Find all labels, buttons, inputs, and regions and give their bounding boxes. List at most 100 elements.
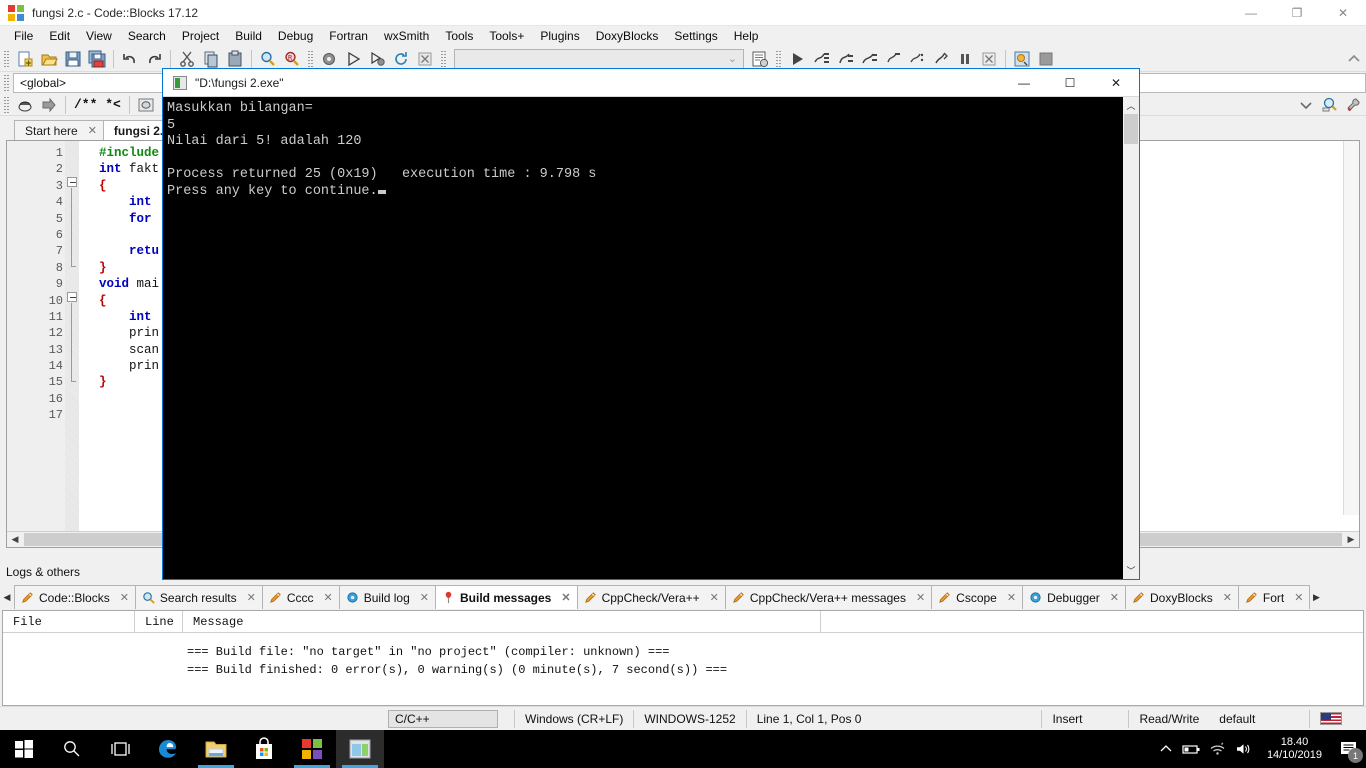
doxyblocks-extract-icon[interactable] — [38, 94, 60, 116]
debug-break-icon[interactable] — [954, 48, 976, 70]
logs-tab-cscope[interactable]: Cscope ✕ — [931, 585, 1024, 609]
debugging-windows-icon[interactable] — [1011, 48, 1033, 70]
logs-tab-fort[interactable]: Fort ✕ — [1237, 585, 1311, 609]
close-icon[interactable]: ✕ — [1294, 591, 1303, 604]
fold-toggle[interactable] — [67, 177, 77, 187]
redo-icon[interactable] — [143, 48, 165, 70]
codeblocks-taskbar-button[interactable] — [336, 730, 384, 768]
build-target-select[interactable]: ⌄ — [454, 48, 744, 69]
run-icon[interactable] — [342, 48, 364, 70]
debug-next-instruction-icon[interactable] — [906, 48, 928, 70]
toolbar-grip[interactable] — [775, 50, 782, 68]
close-icon[interactable]: ✕ — [247, 591, 256, 604]
menu-settings[interactable]: Settings — [666, 27, 725, 45]
logs-tab-debugger[interactable]: Debugger ✕ — [1022, 585, 1127, 609]
logs-tab-build-log[interactable]: Build log ✕ — [338, 585, 436, 609]
close-icon[interactable]: ✕ — [916, 591, 925, 604]
logs-tab-doxyblocks[interactable]: DoxyBlocks ✕ — [1125, 585, 1239, 609]
speaker-icon[interactable] — [1231, 730, 1257, 768]
paste-icon[interactable] — [224, 48, 246, 70]
edge-button[interactable] — [144, 730, 192, 768]
menu-doxyblocks[interactable]: DoxyBlocks — [588, 27, 667, 45]
editor-vertical-scrollbar[interactable] — [1343, 141, 1359, 515]
up-icon[interactable] — [1343, 48, 1365, 70]
undo-icon[interactable] — [119, 48, 141, 70]
scrollbar-track[interactable] — [1123, 144, 1139, 562]
table-row[interactable]: === Build finished: 0 error(s), 0 warnin… — [3, 661, 1363, 679]
menu-search[interactable]: Search — [120, 27, 174, 45]
toolbar-grip[interactable] — [440, 50, 447, 68]
store-button[interactable] — [240, 730, 288, 768]
table-row[interactable]: === Build file: "no target" in "no proje… — [3, 643, 1363, 661]
logs-tab-cppcheck-vera-messages[interactable]: CppCheck/Vera++ messages ✕ — [724, 585, 933, 609]
menu-project[interactable]: Project — [174, 27, 227, 45]
chevron-up-icon[interactable]: ︿ — [1123, 97, 1139, 114]
toolbar-grip[interactable] — [3, 96, 10, 114]
select-target-icon[interactable] — [749, 48, 771, 70]
debug-run-to-cursor-icon[interactable] — [810, 48, 832, 70]
close-button[interactable]: ✕ — [1320, 0, 1366, 26]
logs-tab-cppcheck-vera[interactable]: CppCheck/Vera++ ✕ — [576, 585, 726, 609]
close-icon[interactable]: ✕ — [88, 124, 97, 137]
menu-view[interactable]: View — [78, 27, 120, 45]
close-icon[interactable]: ✕ — [1223, 591, 1232, 604]
save-icon[interactable] — [62, 48, 84, 70]
scrollbar-thumb[interactable] — [1124, 114, 1138, 144]
search-button[interactable] — [48, 730, 96, 768]
column-header-message[interactable]: Message — [183, 610, 821, 633]
rebuild-icon[interactable] — [390, 48, 412, 70]
minimize-button[interactable]: — — [1228, 0, 1274, 26]
close-icon[interactable]: ✕ — [561, 591, 570, 604]
debug-next-line-icon[interactable] — [834, 48, 856, 70]
file-explorer-button[interactable] — [192, 730, 240, 768]
find-icon[interactable] — [257, 48, 279, 70]
console-close-button[interactable]: ✕ — [1093, 69, 1139, 97]
chevron-up-icon[interactable] — [1153, 730, 1179, 768]
console-minimize-button[interactable]: — — [1001, 69, 1047, 97]
menu-plugins[interactable]: Plugins — [532, 27, 587, 45]
chevron-right-icon[interactable]: ▶ — [1343, 532, 1359, 547]
debug-step-into-instruction-icon[interactable] — [930, 48, 952, 70]
doxyblocks-run-icon[interactable] — [14, 94, 36, 116]
column-header-file[interactable]: File — [3, 610, 135, 633]
menu-edit[interactable]: Edit — [41, 27, 78, 45]
open-file-icon[interactable] — [38, 48, 60, 70]
fold-toggle[interactable] — [67, 292, 77, 302]
build-icon[interactable] — [318, 48, 340, 70]
console-maximize-button[interactable]: ☐ — [1047, 69, 1093, 97]
logs-tab-search-results[interactable]: Search results ✕ — [134, 585, 263, 609]
doc-block-label[interactable]: /** *< — [70, 97, 125, 112]
various-info-icon[interactable] — [1035, 48, 1057, 70]
column-header-line[interactable]: Line — [135, 610, 183, 633]
task-view-button[interactable] — [96, 730, 144, 768]
console-vertical-scrollbar[interactable]: ︿ ﹀ — [1123, 97, 1139, 579]
build-and-run-icon[interactable] — [366, 48, 388, 70]
close-icon[interactable]: ✕ — [420, 591, 429, 604]
action-center-button[interactable]: 1 — [1332, 730, 1366, 768]
chevron-down-icon[interactable] — [1295, 94, 1317, 116]
copy-icon[interactable] — [200, 48, 222, 70]
doxyblocks-config-icon[interactable] — [1343, 94, 1365, 116]
chevron-right-icon[interactable]: ▶ — [1309, 585, 1323, 609]
close-icon[interactable]: ✕ — [120, 591, 129, 604]
close-icon[interactable]: ✕ — [1110, 591, 1119, 604]
abort-icon[interactable] — [414, 48, 436, 70]
toolbar-grip[interactable] — [3, 74, 10, 92]
menu-wxsmith[interactable]: wxSmith — [376, 27, 437, 45]
doxyblocks-search-icon[interactable] — [1319, 94, 1341, 116]
chevron-left-icon[interactable]: ◀ — [7, 532, 23, 547]
logs-tab-code-blocks[interactable]: Code::Blocks ✕ — [14, 585, 136, 609]
editor-tab-start-here[interactable]: Start here ✕ — [14, 120, 104, 140]
restore-button[interactable]: ❐ — [1274, 0, 1320, 26]
ms-office-button[interactable] — [288, 730, 336, 768]
chevron-down-icon[interactable]: ﹀ — [1123, 562, 1139, 579]
save-all-icon[interactable] — [86, 48, 108, 70]
debug-continue-icon[interactable] — [786, 48, 808, 70]
cut-icon[interactable] — [176, 48, 198, 70]
debug-step-out-icon[interactable] — [882, 48, 904, 70]
menu-tools-plus[interactable]: Tools+ — [481, 27, 532, 45]
menu-build[interactable]: Build — [227, 27, 270, 45]
toolbar-grip[interactable] — [3, 50, 10, 68]
logs-tab-build-messages[interactable]: Build messages ✕ — [434, 585, 578, 609]
menu-help[interactable]: Help — [726, 27, 767, 45]
